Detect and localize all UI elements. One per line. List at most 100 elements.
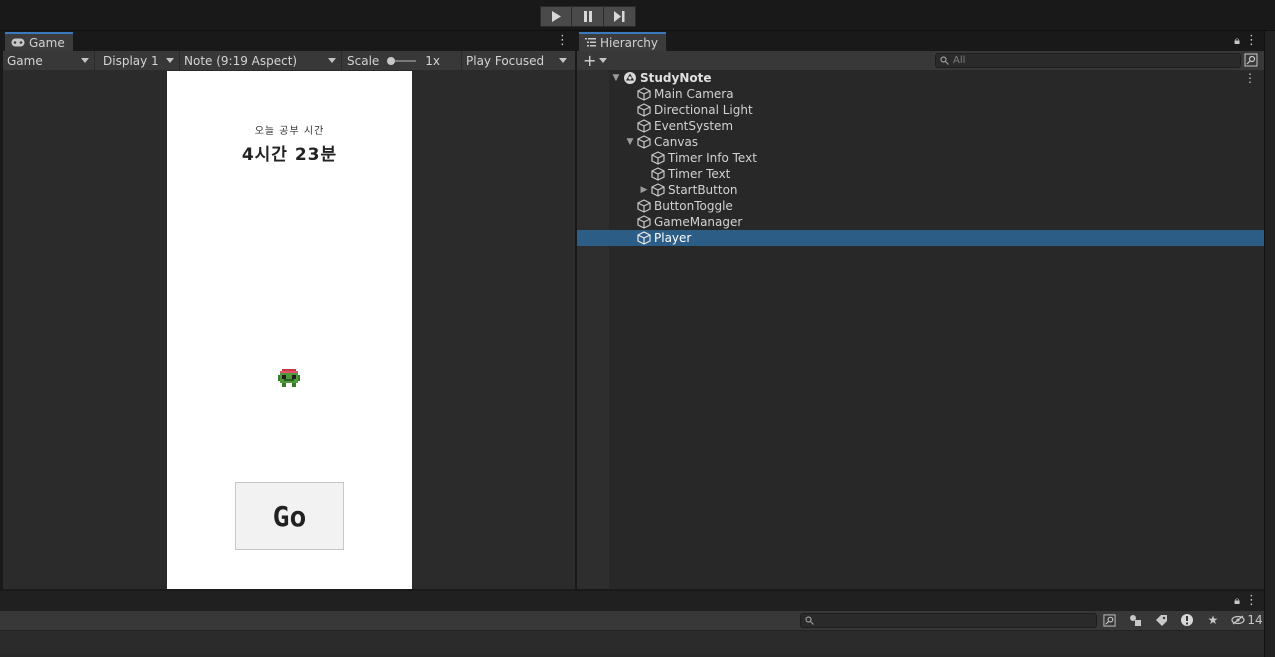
list-item[interactable]: ▶ StartButton	[577, 182, 1264, 198]
unity-scene-icon	[624, 72, 636, 84]
gameobject-cube-icon	[637, 103, 651, 117]
search-options-icon[interactable]	[1100, 612, 1118, 628]
console-content	[0, 630, 1264, 654]
display-dropdown[interactable]: Display 1	[95, 51, 180, 70]
gameobject-cube-icon	[637, 231, 651, 245]
scale-value: 1x	[425, 53, 441, 68]
list-item-label: EventSystem	[654, 119, 734, 133]
chevron-down-icon	[599, 58, 608, 63]
expand-arrow-icon[interactable]: ▼	[625, 137, 635, 147]
add-button[interactable]: +	[583, 51, 608, 70]
gameobject-cube-icon	[637, 199, 651, 213]
gameobject-cube-icon	[651, 151, 665, 165]
game-tabstrip: Game ⋮	[3, 31, 575, 51]
main-toolbar	[0, 0, 1275, 31]
list-item[interactable]: Timer Info Text	[577, 150, 1264, 166]
hidden-toggle[interactable]: 14	[1230, 612, 1264, 628]
console-filter-icons: ★ 14	[1100, 612, 1264, 628]
search-options-icon[interactable]	[1244, 53, 1258, 67]
scene-name: StudyNote	[640, 71, 712, 85]
list-item[interactable]: Directional Light	[577, 102, 1264, 118]
expand-arrow-icon[interactable]: ▼	[611, 73, 621, 83]
display-value: Display 1	[103, 53, 159, 68]
list-item[interactable]: EventSystem	[577, 118, 1264, 134]
list-item[interactable]: Main Camera	[577, 86, 1264, 102]
eye-slash-icon	[1231, 615, 1245, 625]
plus-icon: +	[583, 51, 597, 70]
shapes-filter-icon[interactable]	[1126, 612, 1144, 628]
gameobject-cube-icon	[651, 183, 665, 197]
gamepad-icon	[11, 38, 25, 47]
list-item-label: GameManager	[654, 215, 743, 229]
game-view-toolbar: Game Display 1 Note (9:19 Aspect) Scale …	[3, 51, 575, 70]
hidden-count: 14	[1247, 613, 1263, 627]
game-screen: 오늘 공부 시간 4시간 23분 Go	[167, 71, 412, 589]
list-item[interactable]: ButtonToggle	[577, 198, 1264, 214]
star-icon[interactable]: ★	[1204, 612, 1222, 628]
hierarchy-search[interactable]: All	[935, 53, 1241, 68]
list-item-label: Canvas	[654, 135, 699, 149]
aspect-dropdown[interactable]: Note (9:19 Aspect)	[180, 51, 342, 70]
lock-icon[interactable]: 🔒︎	[1234, 594, 1240, 608]
search-icon	[940, 56, 949, 65]
collapse-arrow-icon[interactable]: ▶	[639, 185, 649, 195]
go-button[interactable]: Go	[235, 482, 344, 550]
scale-control: Scale 1x	[342, 51, 462, 70]
play-focus-value: Play Focused	[466, 53, 545, 68]
timer-info-text: 오늘 공부 시간	[254, 126, 325, 137]
search-icon	[805, 616, 814, 625]
pause-button[interactable]	[572, 6, 604, 27]
player-sprite	[278, 369, 300, 387]
list-item-label: Timer Text	[668, 167, 731, 181]
list-item-label: Timer Info Text	[668, 151, 757, 165]
console-toolbar: ★ 14	[0, 611, 1264, 630]
list-item[interactable]: Timer Text	[577, 166, 1264, 182]
list-item-selected[interactable]: Player	[577, 230, 1264, 246]
console-search[interactable]	[800, 613, 1097, 628]
more-options-icon[interactable]: ⋮	[1245, 33, 1258, 49]
list-item-label: ButtonToggle	[654, 199, 733, 213]
game-panel: Game ⋮ Game Display 1 Note (9:19 Aspect)…	[3, 31, 575, 589]
tag-icon[interactable]	[1152, 612, 1170, 628]
play-icon	[552, 11, 561, 22]
step-button[interactable]	[604, 6, 636, 27]
more-options-icon[interactable]: ⋮	[556, 33, 569, 49]
chevron-down-icon	[81, 58, 89, 63]
gameobject-cube-icon	[651, 167, 665, 181]
warning-icon[interactable]	[1178, 612, 1196, 628]
lock-icon[interactable]: 🔒︎	[1234, 34, 1240, 48]
list-icon	[585, 38, 596, 47]
search-placeholder: All	[953, 55, 966, 66]
timer-text: 4시간 23분	[241, 145, 338, 165]
gameobject-cube-icon	[637, 135, 651, 149]
hierarchy-panel: Hierarchy 🔒︎ ⋮ + All ▼ StudyNote ⋮ Main …	[577, 31, 1264, 589]
right-dock-strip	[1264, 31, 1275, 657]
aspect-value: Note (9:19 Aspect)	[184, 53, 298, 68]
game-viewport: 오늘 공부 시간 4시간 23분 Go	[3, 70, 575, 589]
tab-game[interactable]: Game	[5, 32, 73, 51]
scale-label: Scale	[347, 53, 380, 68]
play-controls	[540, 6, 636, 27]
game-mode-dropdown[interactable]: Game	[3, 51, 95, 70]
step-icon	[614, 11, 625, 22]
pause-icon	[583, 11, 592, 22]
more-options-icon[interactable]: ⋮	[1245, 593, 1258, 609]
list-item[interactable]: GameManager	[577, 214, 1264, 230]
scene-options-icon[interactable]: ⋮	[1244, 71, 1256, 85]
tab-hierarchy[interactable]: Hierarchy	[579, 32, 667, 51]
tab-game-label: Game	[29, 35, 65, 50]
scale-slider[interactable]	[387, 56, 417, 66]
hierarchy-toolbar: + All	[577, 51, 1264, 70]
play-button[interactable]	[540, 6, 572, 27]
list-item-label: Player	[654, 231, 692, 245]
play-focus-dropdown[interactable]: Play Focused	[462, 51, 572, 70]
list-item-label: StartButton	[668, 183, 738, 197]
hierarchy-tree: ▼ StudyNote ⋮ Main Camera Directional Li…	[577, 70, 1264, 589]
hierarchy-tabstrip: Hierarchy 🔒︎ ⋮	[577, 31, 1264, 51]
list-item[interactable]: ▼ Canvas	[577, 134, 1264, 150]
console-panel: 🔒︎ ⋮ ★ 14	[0, 591, 1264, 657]
scene-row[interactable]: ▼ StudyNote ⋮	[577, 70, 1264, 86]
gameobject-cube-icon	[637, 215, 651, 229]
chevron-down-icon	[559, 58, 567, 63]
chevron-down-icon	[328, 58, 336, 63]
